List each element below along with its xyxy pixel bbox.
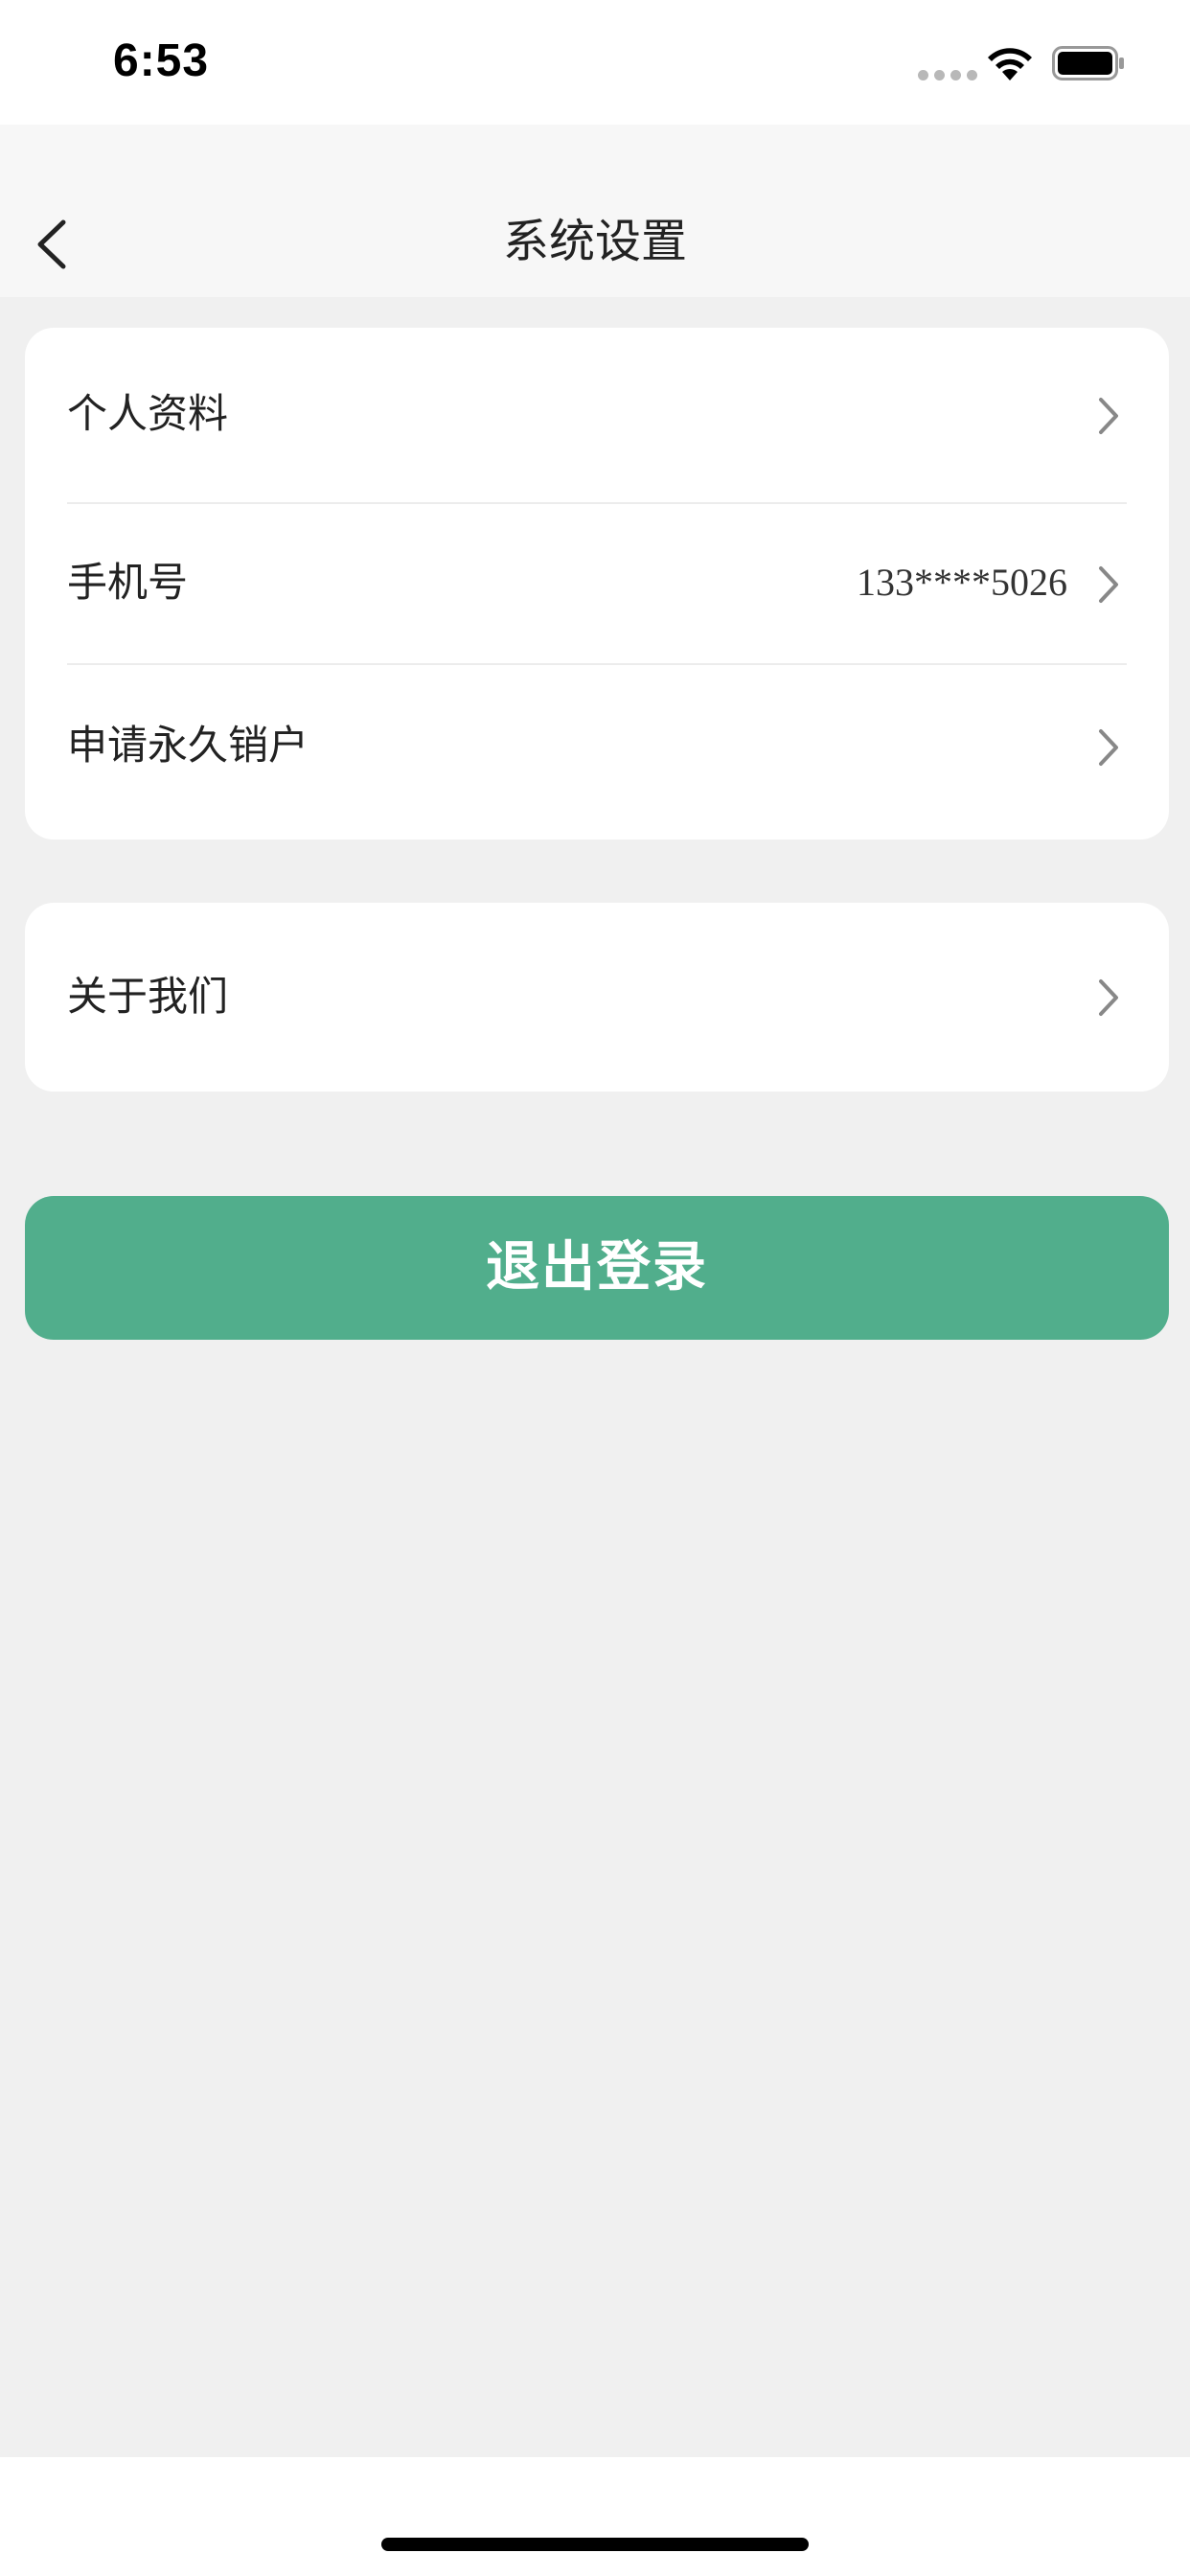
chevron-right-icon: [1099, 398, 1118, 434]
cellular-signal-icon: [918, 70, 977, 80]
chevron-right-icon: [1099, 729, 1118, 766]
phone-number-value: 133****5026: [857, 561, 1067, 604]
settings-row-delete-account[interactable]: 申请永久销户: [25, 665, 1169, 840]
navigation-bar: 系统设置: [0, 125, 1190, 297]
home-indicator[interactable]: [381, 2538, 809, 2551]
settings-row-phone[interactable]: 手机号 133****5026: [25, 504, 1169, 663]
chevron-right-icon: [1099, 566, 1118, 603]
row-label: 申请永久销户: [67, 722, 309, 769]
settings-row-about-us[interactable]: 关于我们: [25, 903, 1169, 1092]
home-indicator-bar: [0, 2457, 1190, 2576]
chevron-right-icon: [1099, 979, 1118, 1016]
row-label: 关于我们: [67, 973, 229, 1020]
battery-icon: [1052, 46, 1124, 80]
status-bar: 6:53: [0, 0, 1190, 125]
status-time: 6:53: [113, 35, 210, 86]
logout-button[interactable]: 退出登录: [25, 1196, 1169, 1340]
row-label: 个人资料: [67, 390, 229, 437]
row-label: 手机号: [67, 559, 189, 606]
wifi-icon: [988, 48, 1032, 80]
page-title: 系统设置: [502, 215, 687, 268]
settings-card-about: 关于我们: [25, 903, 1169, 1092]
settings-card-account: 个人资料 手机号 133****5026 申请永久销户: [25, 328, 1169, 840]
settings-row-profile[interactable]: 个人资料: [25, 328, 1169, 503]
